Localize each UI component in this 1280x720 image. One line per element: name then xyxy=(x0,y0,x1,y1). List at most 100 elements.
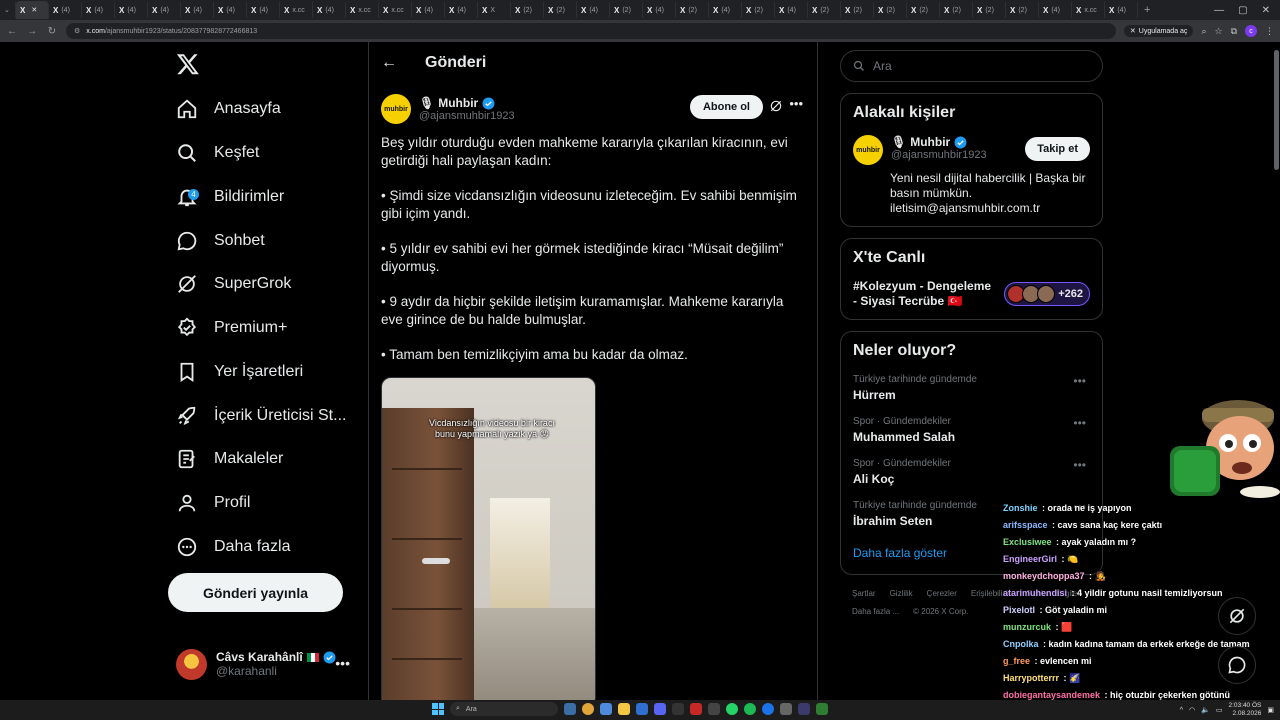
browser-tab[interactable]: X (2) xyxy=(544,2,577,18)
nav-item-person[interactable]: Profil xyxy=(176,485,250,521)
nav-item-chat[interactable]: Sohbet xyxy=(176,223,265,259)
files-icon[interactable] xyxy=(600,703,612,715)
obs-icon[interactable] xyxy=(798,703,810,715)
nav-item-bell[interactable]: 4 Bildirimler xyxy=(176,179,284,215)
browser-tab[interactable]: X (2) xyxy=(808,2,841,18)
taskbar-clock[interactable]: 2:03:40 ÖS 2.08.2026 xyxy=(1228,702,1261,718)
forward-icon[interactable]: → xyxy=(26,26,38,37)
footer-link[interactable]: Şartlar xyxy=(852,585,876,603)
trend-more-icon[interactable]: ••• xyxy=(1073,374,1086,388)
terminal-icon[interactable] xyxy=(672,703,684,715)
browser-tab[interactable]: X (4) xyxy=(82,2,115,18)
browser-menu-icon[interactable]: ⋮ xyxy=(1265,26,1274,37)
back-arrow-icon[interactable]: ← xyxy=(381,54,397,72)
nav-item-article[interactable]: Makaleler xyxy=(176,441,283,477)
nav-item-grok[interactable]: SuperGrok xyxy=(176,266,291,302)
browser-tab[interactable]: X (2) xyxy=(907,2,940,18)
account-more-icon[interactable]: ••• xyxy=(335,655,350,671)
volume-icon[interactable]: 🔈 xyxy=(1201,706,1210,714)
folder-icon[interactable] xyxy=(618,703,630,715)
browser-tab[interactable]: X (4) xyxy=(115,2,148,18)
trend-more-icon[interactable]: ••• xyxy=(1073,458,1086,472)
grok-floating-button[interactable] xyxy=(1218,597,1256,635)
browser-tab[interactable]: X (4) xyxy=(181,2,214,18)
windows-start-icon[interactable] xyxy=(432,703,444,715)
author-handle[interactable]: @ajansmuhbir1923 xyxy=(419,110,515,122)
browser-tab[interactable]: X (4) xyxy=(313,2,346,18)
wifi-icon[interactable]: ◠ xyxy=(1189,706,1195,714)
minimize-icon[interactable]: — xyxy=(1214,5,1224,16)
browser-tab[interactable]: XX xyxy=(478,2,511,18)
close-tab-icon[interactable]: ✕ xyxy=(31,6,37,14)
profile-avatar[interactable]: c xyxy=(1245,25,1257,37)
app-red-icon[interactable] xyxy=(690,703,702,715)
browser-tab[interactable]: X (4) xyxy=(643,2,676,18)
account-switcher[interactable]: Câvs Karahânlî @karahanli ••• xyxy=(176,644,356,684)
task-view-icon[interactable] xyxy=(564,703,576,715)
close-window-icon[interactable]: ✕ xyxy=(1262,5,1270,16)
browser-icon[interactable] xyxy=(762,703,774,715)
nav-item-more-circle[interactable]: Daha fazla xyxy=(176,529,291,565)
trend-item[interactable]: Spor · Gündemdekiler Muhammed Salah ••• xyxy=(853,416,1090,444)
browser-tab[interactable]: X (2) xyxy=(676,2,709,18)
related-person[interactable]: muhbir 🎙 Muhbir @ajansmuhbir1923 Takip e… xyxy=(853,135,1090,165)
browser-tab[interactable]: X (4) xyxy=(1105,2,1138,18)
browser-tab[interactable]: X (4) xyxy=(49,2,82,18)
x-logo-icon[interactable] xyxy=(176,52,200,76)
browser-tab[interactable]: X (2) xyxy=(511,2,544,18)
search-input[interactable]: Ara xyxy=(840,50,1103,82)
browser-tab[interactable]: X (4) xyxy=(445,2,478,18)
nav-item-premium[interactable]: Premium+ xyxy=(176,310,287,346)
browser-tab[interactable]: Xx.cc xyxy=(1072,2,1105,18)
tweet-video[interactable]: Vicdansızlığın videosu bir kiracı bunu y… xyxy=(381,377,596,700)
maximize-icon[interactable]: ▢ xyxy=(1238,5,1247,16)
author-name-row[interactable]: 🎙 Muhbir xyxy=(419,96,515,110)
live-event[interactable]: #Kolezyum - Dengeleme - Siyasi Tecrübe 🇹… xyxy=(853,279,1090,309)
subscribe-button[interactable]: Abone ol xyxy=(689,95,763,119)
nav-item-search[interactable]: Keşfet xyxy=(176,135,259,171)
app-dark-icon[interactable] xyxy=(708,703,720,715)
nav-item-rocket[interactable]: İçerik Üreticisi St... xyxy=(176,398,346,434)
nav-item-bookmark[interactable]: Yer İşaretleri xyxy=(176,354,303,390)
back-icon[interactable]: ← xyxy=(6,26,18,37)
tab-search-icon[interactable]: ⌄ xyxy=(0,2,16,18)
taskbar-search[interactable]: ⌕ Ara xyxy=(450,702,558,716)
grok-icon[interactable] xyxy=(769,99,783,113)
new-tab-icon[interactable]: + xyxy=(1138,4,1156,16)
browser-tab[interactable]: Xx.cc xyxy=(346,2,379,18)
browser-tab[interactable]: Xx.cc xyxy=(280,2,313,18)
footer-link[interactable]: Daha fazla ... xyxy=(852,603,899,621)
browser-tab[interactable]: X (4) xyxy=(577,2,610,18)
footer-link[interactable]: Çerezler xyxy=(927,585,957,603)
browser-tab[interactable]: X (2) xyxy=(874,2,907,18)
chrome-icon[interactable] xyxy=(582,703,594,715)
browser-tab[interactable]: X (2) xyxy=(1006,2,1039,18)
mail-icon[interactable] xyxy=(636,703,648,715)
app-gray-icon[interactable] xyxy=(780,703,792,715)
trend-more-icon[interactable]: ••• xyxy=(1073,416,1086,430)
zoom-icon[interactable]: ⌕ xyxy=(1201,26,1206,37)
browser-tab[interactable]: X (2) xyxy=(742,2,775,18)
browser-tab[interactable]: X (4) xyxy=(709,2,742,18)
browser-tab[interactable]: X (4) xyxy=(1039,2,1072,18)
tweet-more-icon[interactable]: ••• xyxy=(789,96,803,111)
whatsapp-icon[interactable] xyxy=(726,703,738,715)
follow-button[interactable]: Takip et xyxy=(1025,137,1090,161)
browser-tab[interactable]: X (4) xyxy=(247,2,280,18)
messages-floating-button[interactable] xyxy=(1218,646,1256,684)
browser-tab[interactable]: X (4) xyxy=(412,2,445,18)
spotify-icon[interactable] xyxy=(744,703,756,715)
open-in-app-pill[interactable]: ✕ Uygulamada aç xyxy=(1123,25,1194,37)
notifications-icon[interactable]: ▣ xyxy=(1267,706,1274,714)
tray-chevron-icon[interactable]: ^ xyxy=(1180,707,1183,714)
browser-tab[interactable]: X (2) xyxy=(841,2,874,18)
browser-tab[interactable]: X (2) xyxy=(940,2,973,18)
browser-tab[interactable]: X ✕ xyxy=(16,1,49,19)
discord-icon[interactable] xyxy=(654,703,666,715)
app-green-icon[interactable] xyxy=(816,703,828,715)
footer-link[interactable]: © 2026 X Corp. xyxy=(913,603,968,621)
browser-tab[interactable]: Xx.cc xyxy=(379,2,412,18)
browser-tab[interactable]: X (2) xyxy=(973,2,1006,18)
scroll-thumb[interactable] xyxy=(1274,50,1279,170)
reload-icon[interactable]: ↻ xyxy=(46,26,58,37)
